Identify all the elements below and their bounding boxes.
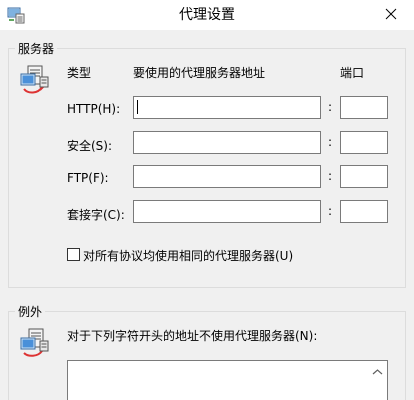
same-proxy-checkbox[interactable] xyxy=(67,248,80,261)
ftp-address-input[interactable] xyxy=(133,165,321,188)
close-button[interactable] xyxy=(368,0,414,30)
text-caret xyxy=(137,100,138,114)
column-header-address: 要使用的代理服务器地址 xyxy=(133,66,266,80)
computer-network-icon xyxy=(18,63,50,95)
window-title: 代理设置 xyxy=(179,7,235,23)
socks-colon: : xyxy=(328,204,333,218)
ftp-colon: : xyxy=(328,169,333,183)
column-header-type: 类型 xyxy=(67,66,92,80)
ftp-label: FTP(F): xyxy=(67,171,109,185)
secure-label: 安全(S): xyxy=(67,139,113,153)
secure-port-input[interactable] xyxy=(340,131,388,154)
dialog-client-area: 服务器 类型 要使用的代理服务器地址 端口 HTTP(H): : 安全(S): … xyxy=(0,30,414,400)
title-bar: 代理设置 xyxy=(0,0,414,30)
exceptions-description: 对于下列字符开头的地址不使用代理服务器(N): xyxy=(67,329,318,343)
exceptions-group-legend: 例外 xyxy=(15,303,46,320)
http-address-input[interactable] xyxy=(133,96,321,119)
close-icon xyxy=(385,8,397,23)
socks-address-input[interactable] xyxy=(133,200,321,223)
servers-group-legend: 服务器 xyxy=(15,40,58,57)
secure-address-input[interactable] xyxy=(133,131,321,154)
column-header-port: 端口 xyxy=(340,66,365,80)
http-label: HTTP(H): xyxy=(67,102,121,116)
ftp-port-input[interactable] xyxy=(340,165,388,188)
socks-label: 套接字(C): xyxy=(67,208,125,222)
document-computer-icon xyxy=(18,326,50,358)
exceptions-input[interactable] xyxy=(67,360,388,400)
http-port-input[interactable] xyxy=(340,96,388,119)
chevron-up-icon[interactable] xyxy=(372,365,383,375)
socks-port-input[interactable] xyxy=(340,200,388,223)
http-colon: : xyxy=(328,100,333,114)
secure-colon: : xyxy=(328,135,333,149)
same-proxy-label[interactable]: 对所有协议均使用相同的代理服务器(U) xyxy=(83,247,293,264)
